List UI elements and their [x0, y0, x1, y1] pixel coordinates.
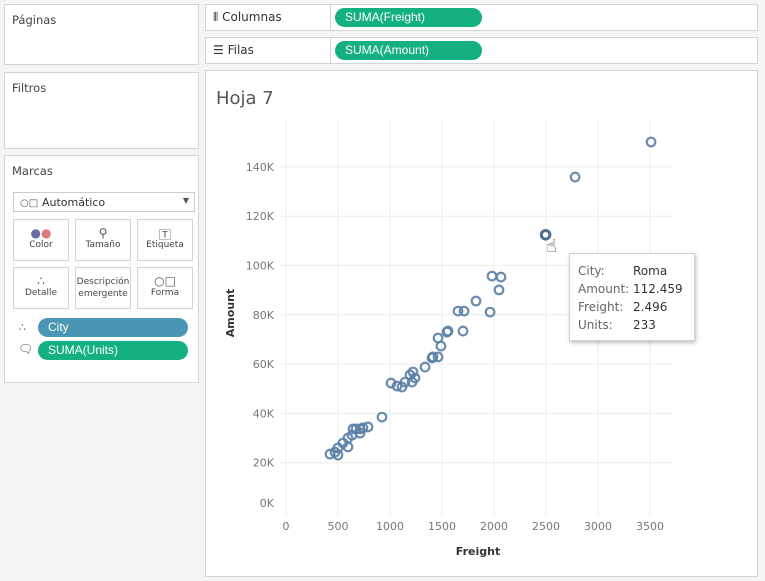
freight-pill[interactable]: SUMA(Freight)	[335, 8, 482, 27]
tooltip-icon: 🗨	[18, 342, 34, 356]
marks-title: Marcas	[12, 164, 53, 178]
tooltip-button[interactable]: Descripción emergente	[75, 267, 131, 309]
detail-icon: ∴	[37, 274, 45, 288]
rows-label: Filas	[227, 43, 254, 57]
size-icon: ⚲	[98, 226, 108, 240]
units-pill[interactable]: SUMA(Units)	[38, 341, 188, 360]
color-button[interactable]: ●● Color	[13, 219, 69, 261]
city-pill[interactable]: City	[38, 318, 188, 337]
label-icon: 🅃	[158, 228, 171, 242]
sheet-title: Hoja 7	[216, 88, 274, 109]
shape-button[interactable]: ○□ Forma	[137, 267, 193, 309]
pages-panel[interactable]: Páginas	[4, 4, 199, 65]
columns-icon: ⦀	[213, 10, 223, 24]
columns-label: Columnas	[222, 10, 282, 24]
shape-icon: ○□	[20, 198, 39, 209]
tooltip-amount: 112.459	[633, 282, 683, 296]
columns-shelf[interactable]: ⦀ Columnas SUMA(Freight)	[205, 4, 758, 31]
detail-button[interactable]: ∴ Detalle	[13, 267, 69, 309]
tooltip: City: Roma Amount: 112.459 Freight: 2.496 U…	[569, 253, 695, 341]
label-button[interactable]: 🅃 Etiqueta	[137, 219, 193, 261]
rows-shelf[interactable]: ☰ Filas SUMA(Amount)	[205, 37, 758, 64]
tooltip-city: Roma	[633, 264, 668, 278]
marks-panel: Marcas ○□ Automático ▼ ●● Color ⚲ Tamaño 🅃…	[4, 155, 199, 383]
rows-icon: ☰	[213, 43, 228, 57]
amount-pill[interactable]: SUMA(Amount)	[335, 41, 482, 60]
chevron-down-icon: ▼	[182, 196, 189, 205]
pages-title: Páginas	[12, 13, 57, 27]
shape-icon: ○□	[154, 274, 176, 288]
hand-cursor-icon: ☝	[546, 236, 557, 257]
tooltip-units: 233	[633, 318, 656, 332]
mark-type-dropdown[interactable]: ○□ Automático ▼	[13, 192, 195, 212]
detail-icon: ∴	[19, 321, 26, 334]
size-button[interactable]: ⚲ Tamaño	[75, 219, 131, 261]
tooltip-freight: 2.496	[633, 300, 668, 314]
filters-title: Filtros	[12, 81, 47, 95]
mark-type-value: Automático	[42, 196, 106, 209]
filters-panel[interactable]: Filtros	[4, 72, 199, 149]
color-icon: ●●	[30, 226, 52, 240]
